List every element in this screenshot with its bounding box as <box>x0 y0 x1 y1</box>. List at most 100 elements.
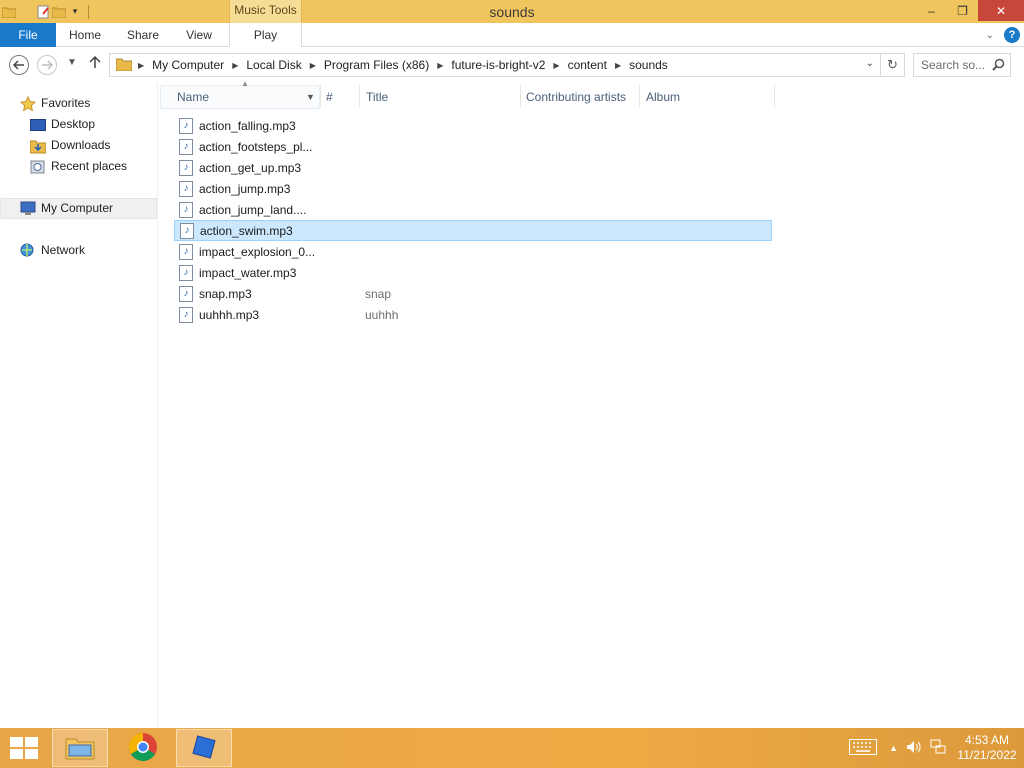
file-row[interactable]: ♪ impact_explosion_0... <box>174 241 772 262</box>
nav-item-recent-places[interactable]: Recent places <box>30 156 127 177</box>
refresh-icon[interactable]: ↻ <box>880 54 904 76</box>
column-header-album[interactable]: Album <box>646 85 680 109</box>
restore-button[interactable]: ❐ <box>947 0 978 21</box>
column-header-contributing-artists[interactable]: Contributing artists <box>526 85 626 109</box>
audio-file-icon: ♪ <box>179 306 193 323</box>
file-row[interactable]: ♪ snap.mp3 snap <box>174 283 772 304</box>
close-button[interactable]: ✕ <box>978 0 1024 21</box>
breadcrumb-future-is-bright[interactable]: future-is-bright-v2 <box>445 58 551 72</box>
column-header-number[interactable]: # <box>326 85 333 109</box>
nav-favorites-label: Favorites <box>41 96 91 110</box>
file-name: impact_water.mp3 <box>199 265 297 280</box>
audio-file-icon: ♪ <box>179 117 193 134</box>
file-name: action_get_up.mp3 <box>199 160 302 175</box>
file-row-selected[interactable]: ♪ action_swim.mp3 <box>174 220 772 241</box>
nav-network-label: Network <box>41 243 86 257</box>
taskbar-app[interactable] <box>176 729 232 767</box>
file-name: uuhhh.mp3 <box>199 307 260 322</box>
recent-locations-icon[interactable]: ▼ <box>67 57 77 68</box>
breadcrumb-separator[interactable]: ▶ <box>435 61 445 70</box>
new-folder-icon[interactable] <box>52 5 66 19</box>
file-row[interactable]: ♪ impact_water.mp3 <box>174 262 772 283</box>
minimize-button[interactable]: – <box>916 0 947 21</box>
recent-places-icon <box>30 159 46 175</box>
tab-share[interactable]: Share <box>120 23 166 47</box>
keyboard-icon[interactable] <box>849 738 878 758</box>
column-divider[interactable] <box>320 85 321 107</box>
expand-ribbon-icon[interactable]: ⌄ <box>986 30 994 41</box>
audio-file-icon: ♪ <box>179 180 193 197</box>
volume-icon[interactable] <box>906 740 922 757</box>
navigation-pane: Favorites Desktop Downloads Recent place… <box>0 83 158 728</box>
audio-file-icon: ♪ <box>180 222 194 239</box>
app-icon <box>189 732 219 765</box>
clock-date: 11/21/2022 <box>957 748 1017 762</box>
file-row[interactable]: ♪ uuhhh.mp3 uuhhh <box>174 304 772 325</box>
address-bar[interactable]: ▶ My Computer ▶ Local Disk ▶ Program Fil… <box>109 53 905 77</box>
customize-toolbar-icon[interactable]: ▾ <box>68 5 82 19</box>
search-icon[interactable] <box>992 58 1005 74</box>
column-filter-dropdown-icon[interactable]: ▼ <box>306 92 315 102</box>
up-button[interactable] <box>89 55 101 72</box>
breadcrumb-separator[interactable]: ▶ <box>308 61 318 70</box>
file-list-view: ▲ Name ▼ # Title Contributing artists Al… <box>160 79 1024 728</box>
toolbar-divider <box>88 4 89 19</box>
column-divider[interactable] <box>639 85 640 107</box>
column-header-name[interactable]: Name <box>177 85 209 109</box>
quick-access-toolbar: ▾ <box>0 0 89 23</box>
tab-file[interactable]: File <box>0 23 56 47</box>
column-header-title[interactable]: Title <box>366 85 388 109</box>
file-row[interactable]: ♪ action_footsteps_pl... <box>174 136 772 157</box>
file-name: snap.mp3 <box>199 286 252 301</box>
file-title: uuhhh <box>365 307 399 322</box>
windows-logo-pane <box>10 737 23 747</box>
clock[interactable]: 4:53 AM 11/21/2022 <box>950 733 1024 763</box>
back-button[interactable] <box>9 55 29 75</box>
taskbar: ▲ 4:53 AM 11/21/2022 <box>0 728 1024 768</box>
audio-file-icon: ♪ <box>179 138 193 155</box>
breadcrumb-separator[interactable]: ▶ <box>136 61 146 70</box>
nav-item-desktop[interactable]: Desktop <box>30 114 95 135</box>
nav-item-downloads[interactable]: Downloads <box>30 135 110 156</box>
nav-item-label: Recent places <box>51 159 128 173</box>
file-row[interactable]: ♪ action_falling.mp3 <box>174 115 772 136</box>
tab-home[interactable]: Home <box>62 23 108 47</box>
tab-view[interactable]: View <box>176 23 222 47</box>
breadcrumb-local-disk[interactable]: Local Disk <box>240 58 307 72</box>
sort-ascending-icon: ▲ <box>241 79 249 88</box>
column-divider[interactable] <box>774 85 775 107</box>
file-row[interactable]: ♪ action_get_up.mp3 <box>174 157 772 178</box>
breadcrumb-separator[interactable]: ▶ <box>551 61 561 70</box>
folder-icon <box>2 5 16 19</box>
search-input[interactable]: Search so... <box>913 53 1011 77</box>
file-row[interactable]: ♪ action_jump.mp3 <box>174 178 772 199</box>
breadcrumb-content[interactable]: content <box>562 58 613 72</box>
breadcrumb-sounds[interactable]: sounds <box>623 58 674 72</box>
nav-favorites[interactable]: Favorites <box>20 93 90 114</box>
desktop-icon <box>30 117 46 133</box>
nav-my-computer[interactable]: My Computer <box>0 198 157 219</box>
breadcrumb-separator[interactable]: ▶ <box>230 61 240 70</box>
tab-play[interactable]: Play <box>229 23 302 47</box>
music-tools-header: Music Tools <box>229 0 302 23</box>
file-name: action_jump.mp3 <box>199 181 291 196</box>
taskbar-file-explorer[interactable] <box>52 729 108 767</box>
column-divider[interactable] <box>520 85 521 107</box>
taskbar-chrome[interactable] <box>115 729 171 767</box>
audio-file-icon: ♪ <box>179 243 193 260</box>
title-bar: ▾ Music Tools sounds – ❐ ✕ <box>0 0 1024 23</box>
address-dropdown-icon[interactable]: ⌄ <box>866 58 874 69</box>
show-hidden-icons-icon[interactable]: ▲ <box>889 743 898 753</box>
column-divider[interactable] <box>359 85 360 107</box>
breadcrumb-separator[interactable]: ▶ <box>613 61 623 70</box>
nav-network[interactable]: Network <box>20 240 85 261</box>
start-button[interactable] <box>10 737 38 759</box>
breadcrumb-my-computer[interactable]: My Computer <box>146 58 230 72</box>
forward-button[interactable] <box>37 55 57 75</box>
properties-icon[interactable] <box>36 5 50 19</box>
help-icon[interactable]: ? <box>1004 27 1020 43</box>
breadcrumb-program-files[interactable]: Program Files (x86) <box>318 58 435 72</box>
network-status-icon[interactable] <box>930 739 946 758</box>
system-tray: ▲ 4:53 AM 11/21/2022 <box>849 728 1024 768</box>
file-row[interactable]: ♪ action_jump_land.... <box>174 199 772 220</box>
